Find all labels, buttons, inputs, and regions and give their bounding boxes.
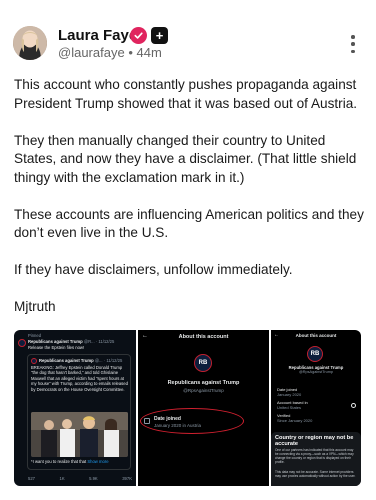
quoted-photo — [31, 412, 128, 457]
shot1-account-name: Republicans against Trump — [28, 339, 83, 344]
account-avatar — [18, 339, 26, 347]
show-more-link[interactable]: Show more — [87, 459, 108, 464]
notice-text: One of our partners has indicated that t… — [275, 448, 354, 464]
post-signature: Mjtruth — [14, 299, 56, 314]
account-logo: RB — [307, 346, 323, 362]
quoted-avatar — [31, 358, 37, 364]
shot1-meta: @R... · 11/12/25 — [83, 339, 115, 344]
like-count: 5.9K — [89, 476, 98, 481]
verified-check-icon — [130, 27, 147, 44]
pinned-label: Pinned — [28, 333, 42, 338]
row-value: January 2020 — [277, 391, 302, 397]
media-screenshot-1[interactable]: Pinned Republicans against Trump @R... ·… — [14, 330, 136, 486]
author-handle[interactable]: @laurafaye — [58, 45, 125, 60]
post-time: 44m — [136, 45, 162, 60]
post-header: Laura Faye + @laurafaye • 44m — [0, 0, 376, 70]
accuracy-notice: Country or region may not be accurate On… — [271, 432, 361, 486]
notice-title: Country or region may not be accurate — [275, 435, 354, 448]
account-logo: RB — [194, 354, 212, 372]
quoted-post: Republicans against Trump @... · 11/12/2… — [27, 354, 131, 470]
handle-line: @laurafaye • 44m — [58, 45, 162, 60]
author-name[interactable]: Laura Faye — [58, 27, 137, 44]
more-options-icon[interactable] — [344, 35, 362, 53]
quoted-text: BREAKING: Jeffrey Epstein called Donald … — [31, 365, 128, 392]
post-body: This account who constantly pushes propa… — [14, 76, 364, 335]
media-screenshot-2[interactable]: ← About this account RB Republicans agai… — [138, 330, 269, 486]
row-value: Since January 2020 — [277, 417, 313, 423]
shot1-account: Republicans against Trump @R... · 11/12/… — [28, 339, 114, 344]
shot3-title: About this account — [295, 333, 337, 338]
time-separator: • — [128, 45, 133, 60]
info-icon — [351, 403, 356, 408]
post-paragraph: They then manually changed their country… — [14, 132, 357, 185]
post-paragraph: If they have disclaimers, unfollow immed… — [14, 262, 293, 277]
quoted-account: Republicans against Trump — [39, 358, 94, 363]
quoted-meta: @... · 11/12/25 — [94, 358, 123, 363]
shot3-row: Verified Since January 2020 — [277, 413, 313, 424]
quoted-header: Republicans against Trump @... · 11/12/2… — [39, 358, 122, 363]
post-paragraph: This account who constantly pushes propa… — [14, 77, 358, 111]
shot2-title: About this account — [178, 334, 229, 340]
view-count: 397K — [122, 476, 132, 481]
shot3-row: Account based in United States — [277, 400, 308, 411]
shot2-handle: @RpsAgainstTrump — [183, 388, 224, 393]
want-text-line: *I want you to realize that that Show mo… — [31, 459, 109, 464]
reply-count: 527 — [28, 476, 35, 481]
row-value: United States — [277, 404, 302, 410]
plus-badge-icon: + — [151, 27, 168, 44]
shot3-handle: @RpsAgainstTrump — [298, 370, 334, 374]
avatar[interactable] — [13, 26, 47, 60]
repost-count: 1K — [59, 476, 65, 481]
notice-text-2: This data may not be accurate. Some inte… — [275, 470, 356, 478]
shot1-stats: 527 1K 5.9K 397K — [28, 476, 132, 481]
plus-badge-label: + — [155, 28, 164, 43]
want-text: *I want you to realize that that — [31, 459, 87, 464]
shot1-line: Release the Epstein files now! — [28, 345, 85, 350]
shot3-row: Date joined January 2020 — [277, 387, 302, 398]
highlight-circle — [140, 408, 244, 434]
post-paragraph: These accounts are influencing American … — [14, 206, 364, 241]
media-grid: Pinned Republicans against Trump @R... ·… — [14, 330, 361, 486]
shot2-account: Republicans against Trump — [167, 380, 240, 386]
media-screenshot-3[interactable]: ← About this account RB Republicans agai… — [271, 330, 361, 486]
